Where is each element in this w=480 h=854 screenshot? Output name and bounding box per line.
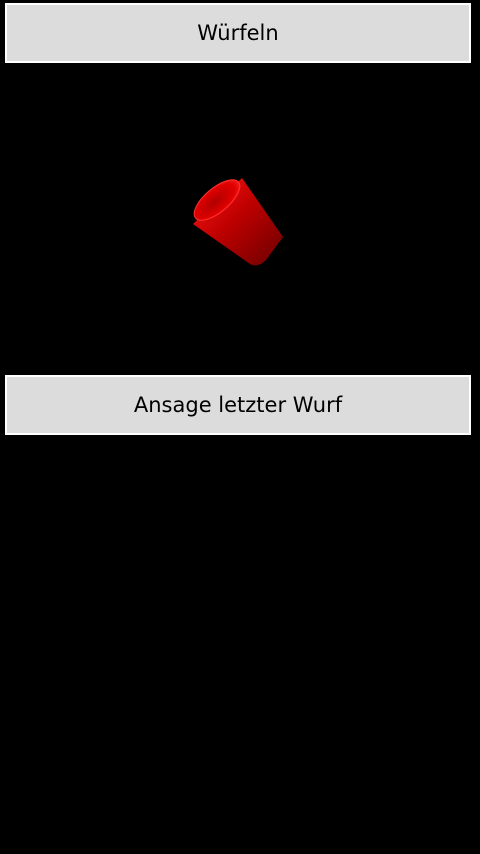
app-screen: Würfeln Ansage letzter Wurf [0,0,480,854]
roll-button[interactable]: Würfeln [5,3,471,63]
dice-cup-icon[interactable] [180,160,300,280]
announce-last-roll-button[interactable]: Ansage letzter Wurf [5,375,471,435]
